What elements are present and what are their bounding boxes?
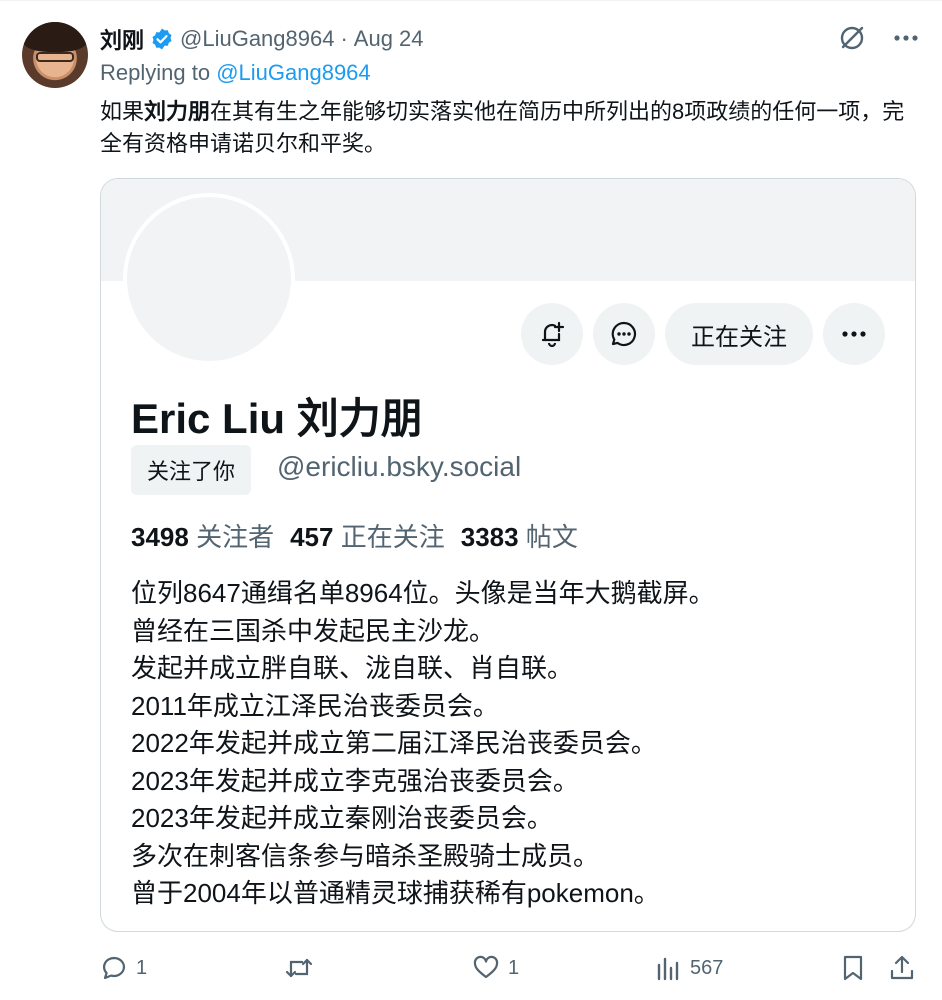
bookmark-button[interactable] — [840, 952, 866, 984]
profile-handle: @ericliu.bsky.social — [277, 451, 522, 482]
profile-stats: 3498 关注者 457 正在关注 3383 帖文 — [131, 517, 578, 554]
bell-plus-icon — [537, 319, 567, 349]
retweet-icon — [284, 954, 314, 982]
chat-bubble-icon — [609, 319, 639, 349]
reply-button[interactable]: 1 — [100, 952, 147, 984]
profile-actions: 正在关注 — [521, 303, 885, 365]
tweet-header: 刘刚 @LiuGang8964 · Aug 24 — [100, 22, 424, 56]
like-count: 1 — [508, 956, 520, 979]
retweet-button[interactable] — [284, 952, 322, 984]
views-button[interactable]: 567 — [656, 952, 723, 984]
verified-badge-icon — [150, 27, 174, 51]
following-button[interactable]: 正在关注 — [665, 303, 813, 365]
stat-value: 457 — [290, 522, 334, 552]
bio-line: 发起并成立胖自联、泷自联、肖自联。 — [131, 653, 574, 683]
stat-posts[interactable]: 3383 帖文 — [461, 517, 578, 554]
meta-separator: · — [340, 26, 348, 51]
profile-card[interactable]: 正在关注 Eric Liu 刘力朋 关注了你 @ericliu.bsky.soc… — [100, 178, 916, 932]
reply-icon — [100, 954, 128, 982]
top-divider — [0, 0, 942, 1]
tweet-text-part1: 如果 — [100, 99, 145, 124]
bio-line: 2011年成立江泽民治丧委员会。 — [131, 690, 499, 721]
tweet-text: 如果刘力朋在其有生之年能够切实落实他在简历中所列出的8项政绩的任何一项，完全有资… — [100, 96, 910, 160]
tweet-text-bold: 刘力朋 — [144, 99, 211, 124]
bio-line: 曾于2004年以普通精灵球捕获稀有pokemon。 — [131, 878, 660, 908]
stat-followers[interactable]: 3498 关注者 — [131, 517, 274, 554]
share-button[interactable] — [888, 952, 916, 984]
author-name[interactable]: 刘刚 — [100, 23, 144, 55]
message-button[interactable] — [593, 303, 655, 365]
stat-label: 正在关注 — [340, 522, 445, 552]
profile-avatar[interactable] — [123, 193, 295, 365]
bio-line: 2023年发起并成立秦刚治丧委员会。 — [131, 803, 553, 833]
share-icon — [888, 954, 916, 982]
bookmark-icon — [840, 954, 866, 982]
replying-to-label: Replying to — [100, 60, 211, 85]
like-button[interactable]: 1 — [472, 952, 519, 984]
tweet-text-part2: 在其有生之年能够切实落实他在简历中所列出的8项政绩的任何一项，完全有资格申请诺贝… — [100, 99, 905, 156]
more-options-icon[interactable] — [890, 22, 922, 54]
stat-label: 关注者 — [196, 522, 275, 552]
bio-line: 位列8647通缉名单8964位。头像是当年大鹅截屏。 — [131, 578, 715, 608]
more-dots-icon — [841, 330, 867, 338]
tweet-top-actions — [836, 22, 922, 54]
author-handle[interactable]: @LiuGang8964 — [180, 26, 334, 52]
heart-icon — [472, 954, 500, 982]
profile-display-name: Eric Liu 刘力朋 — [131, 395, 423, 442]
stat-label: 帖文 — [525, 522, 578, 552]
replying-to: Replying to @LiuGang8964 — [100, 60, 371, 86]
analytics-icon — [656, 955, 682, 981]
bio-line: 2022年发起并成立第二届江泽民治丧委员会。 — [131, 728, 657, 758]
bio-line: 曾经在三国杀中发起民主沙龙。 — [131, 615, 496, 646]
views-count: 567 — [690, 956, 724, 979]
author-avatar[interactable] — [22, 22, 88, 88]
tweet-date[interactable]: Aug 24 — [354, 26, 424, 52]
bio-line: 2023年发起并成立李克强治丧委员会。 — [131, 765, 579, 796]
bio-line: 多次在刺客信条参与暗杀圣殿骑士成员。 — [131, 840, 600, 871]
follows-you-badge: 关注了你 — [131, 445, 252, 495]
profile-bio: 位列8647通缉名单8964位。头像是当年大鹅截屏。 曾经在三国杀中发起民主沙龙… — [131, 575, 715, 913]
notify-button[interactable] — [521, 303, 583, 365]
replying-to-link[interactable]: @LiuGang8964 — [216, 60, 370, 85]
grok-icon[interactable] — [836, 22, 868, 54]
stat-value: 3383 — [460, 522, 519, 552]
stat-following[interactable]: 457 正在关注 — [290, 517, 445, 554]
stat-value: 3498 — [131, 522, 189, 552]
profile-more-button[interactable] — [823, 303, 885, 365]
tweet-actions: 1 1 567 — [100, 952, 920, 984]
reply-count: 1 — [136, 956, 148, 979]
